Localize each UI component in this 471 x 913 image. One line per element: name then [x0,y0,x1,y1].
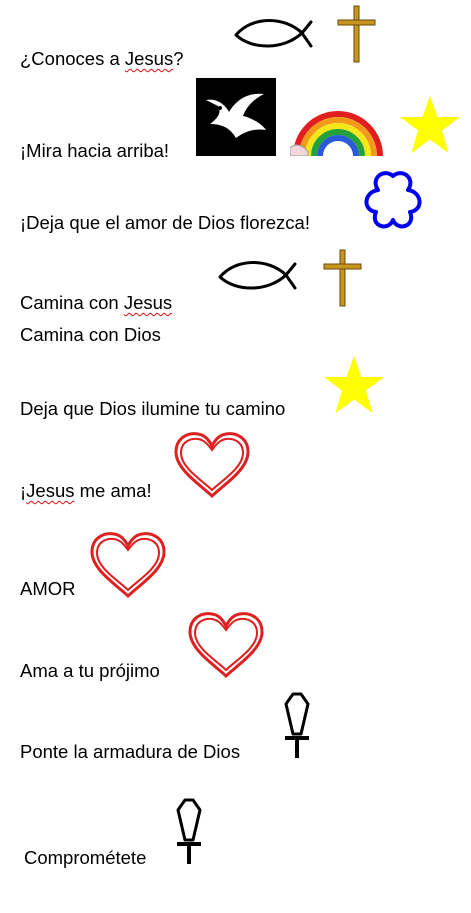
line-text: ¡Mira hacia arriba! [20,140,170,161]
line-camina-con-jesus: Camina con Jesus [20,292,172,314]
misspelled-word: Jesus [124,48,174,69]
line-deja-que-dios-ilumine: Deja que Dios ilumine tu camino [20,398,285,420]
cross-icon [337,5,376,63]
line-text: ¿Conoces a [20,48,125,69]
line-text: Comprométete [24,847,147,868]
heart-icon [90,532,166,599]
star-icon [324,356,384,413]
sword-icon [176,798,202,864]
line-comprometete: Comprométete [24,847,146,869]
heart-icon [174,432,250,499]
line-jesus-me-ama: ¡Jesus me ama! [20,480,152,502]
line-text: Camina con Dios [20,324,161,345]
dove-icon [196,78,276,156]
fish-icon [234,19,313,48]
line-text: Ama a tu prójimo [20,660,160,681]
flower-icon [364,171,422,229]
line-ama-a-tu-projimo: Ama a tu prójimo [20,660,160,682]
line-text: ¡Deja que el amor de Dios florezca! [20,212,310,233]
line-conoces-a-jesus: ¿Conoces a Jesus? [20,48,184,70]
line-mira-hacia-arriba: ¡Mira hacia arriba! [20,140,169,162]
heart-icon [188,612,264,679]
line-text: Deja que Dios ilumine tu camino [20,398,286,419]
line-text: AMOR [20,578,76,599]
line-text: ? [173,48,184,69]
cross-icon [323,249,362,307]
misspelled-word: Jesus [26,480,75,501]
sword-icon [284,692,310,758]
line-ponte-la-armadura: Ponte la armadura de Dios [20,741,240,763]
line-deja-que-el-amor: ¡Deja que el amor de Dios florezca! [20,212,310,234]
fish-icon [218,261,297,290]
line-text: Ponte la armadura de Dios [20,741,241,762]
star-icon [400,96,460,153]
line-text: me ama! [74,480,152,501]
line-text: Camina con [20,292,124,313]
line-amor: AMOR [20,578,76,600]
line-camina-con-dios: Camina con Dios [20,324,161,346]
misspelled-word: Jesus [123,292,173,313]
rainbow-icon [290,111,383,156]
